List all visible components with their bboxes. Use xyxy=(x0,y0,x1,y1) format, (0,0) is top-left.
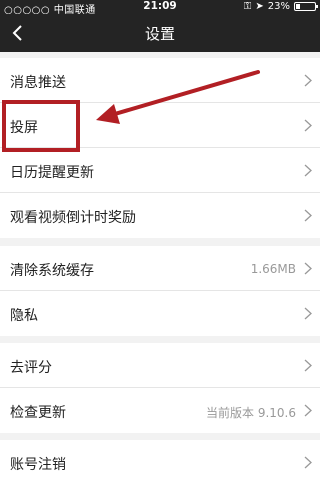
setting-label: 账号注销 xyxy=(10,457,66,473)
settings-group-3: 去评分 检查更新 当前版本 9.10.6 xyxy=(0,343,320,433)
battery-percent: 23% xyxy=(267,1,290,12)
chevron-right-icon xyxy=(304,164,312,177)
chevron-right-icon xyxy=(304,209,312,222)
battery-icon xyxy=(294,2,318,11)
location-icon: ➤ xyxy=(255,1,264,12)
chevron-right-icon xyxy=(304,404,312,417)
chevron-right-icon xyxy=(304,262,312,275)
status-right: ⚿ ➤ 23% xyxy=(243,1,318,12)
current-version: 当前版本 9.10.6 xyxy=(206,406,296,420)
settings-group-4: 账号注销 xyxy=(0,440,320,482)
chevron-right-icon xyxy=(304,74,312,87)
settings-group-2: 清除系统缓存 1.66MB 隐私 xyxy=(0,246,320,336)
setting-label: 观看视频倒计时奖励 xyxy=(10,210,136,226)
setting-label: 日历提醒更新 xyxy=(10,165,94,181)
chevron-right-icon xyxy=(304,307,312,320)
status-bar: ○○○○○ 中国联通 21:09 ⚿ ➤ 23% xyxy=(0,0,320,16)
setting-clear-cache[interactable]: 清除系统缓存 1.66MB xyxy=(0,246,320,291)
setting-calendar-reminder[interactable]: 日历提醒更新 xyxy=(0,148,320,193)
setting-label: 检查更新 xyxy=(10,405,66,421)
setting-video-countdown-reward[interactable]: 观看视频倒计时奖励 xyxy=(0,193,320,238)
lock-icon: ⚿ xyxy=(243,1,252,12)
setting-rate-app[interactable]: 去评分 xyxy=(0,343,320,388)
setting-privacy[interactable]: 隐私 xyxy=(0,291,320,336)
setting-label: 去评分 xyxy=(10,360,52,376)
cache-size: 1.66MB xyxy=(250,262,296,276)
chevron-right-icon xyxy=(304,456,312,469)
setting-account-cancel[interactable]: 账号注销 xyxy=(0,440,320,482)
annotation-highlight-box xyxy=(2,100,80,152)
setting-message-push[interactable]: 消息推送 xyxy=(0,58,320,103)
page-title: 设置 xyxy=(144,25,175,43)
chevron-right-icon xyxy=(304,359,312,372)
setting-label: 清除系统缓存 xyxy=(10,263,94,279)
setting-label: 消息推送 xyxy=(10,75,66,91)
setting-check-update[interactable]: 检查更新 当前版本 9.10.6 xyxy=(0,388,320,433)
nav-bar: 设置 xyxy=(0,14,320,52)
chevron-right-icon xyxy=(304,119,312,132)
setting-label: 隐私 xyxy=(10,308,38,324)
